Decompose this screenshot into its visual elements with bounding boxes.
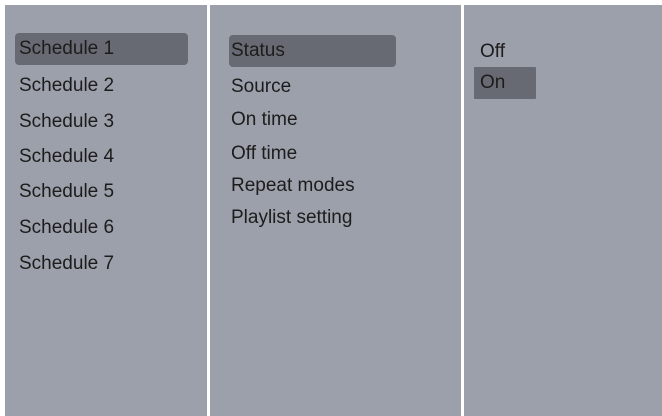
schedule-item-6[interactable]: Schedule 6 bbox=[19, 212, 184, 244]
schedule-item-7[interactable]: Schedule 7 bbox=[19, 248, 184, 280]
status-option-off[interactable]: Off bbox=[480, 36, 580, 68]
setting-item-status[interactable]: Status bbox=[229, 35, 396, 67]
setting-item-repeat-modes[interactable]: Repeat modes bbox=[231, 170, 431, 202]
schedule-item-3[interactable]: Schedule 3 bbox=[19, 106, 184, 138]
setting-item-source[interactable]: Source bbox=[231, 71, 431, 103]
schedule-settings-panel: Status Source On time Off time Repeat mo… bbox=[210, 5, 461, 416]
setting-item-label: Repeat modes bbox=[231, 175, 355, 196]
setting-item-label: Off time bbox=[231, 143, 298, 164]
schedule-menu: Schedule 1 Schedule 2 Schedule 3 Schedul… bbox=[0, 0, 662, 416]
setting-item-label: Status bbox=[231, 40, 285, 61]
setting-item-label: Source bbox=[231, 76, 292, 97]
schedule-item-label: Schedule 6 bbox=[19, 217, 115, 238]
status-option-label: Off bbox=[480, 41, 505, 62]
schedule-item-4[interactable]: Schedule 4 bbox=[19, 141, 184, 173]
schedule-item-label: Schedule 2 bbox=[19, 75, 115, 96]
setting-item-label: On time bbox=[231, 109, 298, 130]
schedule-list-panel: Schedule 1 Schedule 2 Schedule 3 Schedul… bbox=[5, 5, 207, 416]
schedule-item-2[interactable]: Schedule 2 bbox=[19, 70, 184, 102]
setting-item-off-time[interactable]: Off time bbox=[231, 138, 431, 170]
schedule-item-label: Schedule 3 bbox=[19, 111, 115, 132]
status-option-label: On bbox=[480, 72, 506, 93]
setting-item-label: Playlist setting bbox=[231, 207, 353, 228]
schedule-item-label: Schedule 4 bbox=[19, 146, 115, 167]
setting-item-playlist-setting[interactable]: Playlist setting bbox=[231, 202, 431, 234]
status-options-panel: Off On bbox=[464, 5, 662, 416]
schedule-item-label: Schedule 1 bbox=[19, 38, 115, 59]
status-option-on[interactable]: On bbox=[474, 67, 536, 99]
schedule-item-1[interactable]: Schedule 1 bbox=[15, 33, 188, 65]
setting-item-on-time[interactable]: On time bbox=[231, 104, 431, 136]
schedule-item-label: Schedule 7 bbox=[19, 253, 115, 274]
schedule-item-5[interactable]: Schedule 5 bbox=[19, 176, 184, 208]
schedule-item-label: Schedule 5 bbox=[19, 181, 115, 202]
